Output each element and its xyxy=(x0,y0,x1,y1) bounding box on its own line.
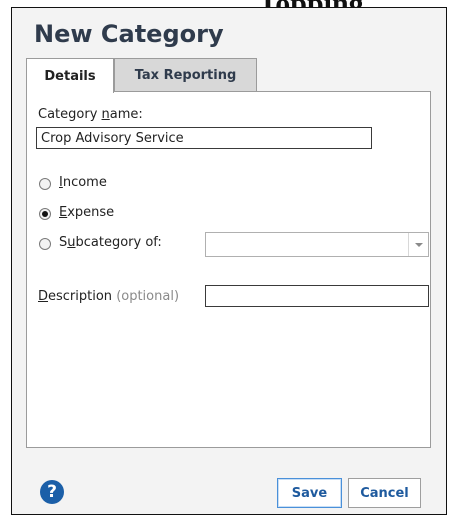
new-category-dialog: New Category Details Tax Reporting Categ… xyxy=(11,7,447,515)
category-name-label-accel: n xyxy=(101,107,110,122)
category-name-label-part: Category xyxy=(38,107,102,122)
dialog-title: New Category xyxy=(34,20,224,48)
subcategory-label-rest: bcategory of: xyxy=(75,235,162,250)
expense-label-accel: E xyxy=(59,205,68,220)
expense-label-rest: xpense xyxy=(67,205,115,220)
details-panel: Category name: Income Expense Subcategor… xyxy=(26,91,431,448)
help-icon[interactable]: ? xyxy=(40,480,64,504)
tab-tax-reporting[interactable]: Tax Reporting xyxy=(114,58,257,92)
subcategory-label-accel: u xyxy=(67,235,76,250)
save-button[interactable]: Save xyxy=(277,478,342,508)
description-label: Description (optional) xyxy=(38,289,179,304)
category-name-label: Category name: xyxy=(38,107,143,122)
category-name-label-part: ame: xyxy=(109,107,143,122)
chevron-down-icon[interactable] xyxy=(408,233,428,256)
description-label-accel: D xyxy=(38,289,49,304)
category-name-input[interactable] xyxy=(36,127,372,149)
income-radio[interactable] xyxy=(39,178,51,190)
description-input[interactable] xyxy=(205,285,429,307)
income-label-rest: ncome xyxy=(62,175,107,190)
income-label[interactable]: Income xyxy=(59,175,107,190)
subcategory-label[interactable]: Subcategory of: xyxy=(59,235,162,250)
radio-selected-dot xyxy=(42,211,48,217)
cancel-button[interactable]: Cancel xyxy=(348,478,421,508)
description-label-rest: escription xyxy=(48,289,113,304)
subcategory-select[interactable] xyxy=(205,232,429,257)
expense-radio[interactable] xyxy=(39,208,51,220)
tab-details[interactable]: Details xyxy=(26,58,114,93)
description-optional-hint: (optional) xyxy=(116,289,180,304)
expense-label[interactable]: Expense xyxy=(59,205,114,220)
subcategory-radio[interactable] xyxy=(39,238,51,250)
